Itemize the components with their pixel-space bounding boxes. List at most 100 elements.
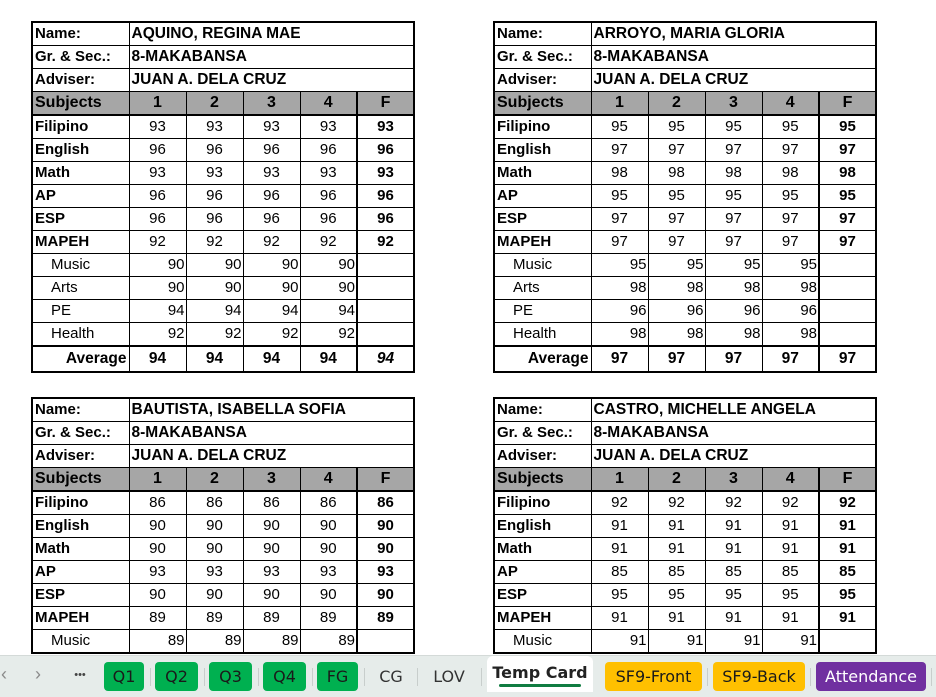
quarter-grade[interactable]: 90 (299, 514, 358, 538)
final-grade[interactable]: 95 (818, 583, 877, 607)
quarter-grade[interactable]: 90 (128, 583, 187, 607)
empty-final-cell[interactable] (356, 299, 415, 323)
quarter-grade[interactable]: 92 (590, 490, 649, 515)
quarter-grade[interactable]: 97 (704, 207, 763, 231)
quarter-grade[interactable]: 90 (299, 537, 358, 561)
quarter-grade[interactable]: 98 (704, 161, 763, 185)
adviser-name-value[interactable]: JUAN A. DELA CRUZ (128, 444, 415, 468)
quarter-grade[interactable]: 91 (590, 537, 649, 561)
final-grade[interactable]: 97 (818, 138, 877, 162)
final-grade[interactable]: 92 (356, 230, 415, 254)
quarter-grade[interactable]: 91 (647, 537, 706, 561)
component-grade[interactable]: 95 (704, 253, 763, 277)
quarter-grade[interactable]: 90 (128, 514, 187, 538)
empty-final-cell[interactable] (356, 322, 415, 347)
quarter-grade[interactable]: 92 (242, 230, 301, 254)
quarter-grade[interactable]: 97 (590, 207, 649, 231)
quarter-average[interactable]: 97 (647, 345, 706, 373)
quarter-grade[interactable]: 91 (761, 606, 820, 630)
component-grade[interactable]: 92 (185, 322, 244, 347)
quarter-grade[interactable]: 96 (128, 184, 187, 208)
final-grade[interactable]: 97 (818, 230, 877, 254)
quarter-grade[interactable]: 91 (761, 514, 820, 538)
empty-final-cell[interactable] (818, 253, 877, 277)
quarter-grade[interactable]: 90 (242, 537, 301, 561)
quarter-grade[interactable]: 96 (128, 138, 187, 162)
final-grade[interactable]: 90 (356, 537, 415, 561)
empty-final-cell[interactable] (818, 322, 877, 347)
quarter-average[interactable]: 97 (761, 345, 820, 373)
component-grade[interactable]: 90 (185, 253, 244, 277)
quarter-grade[interactable]: 93 (128, 560, 187, 584)
final-average[interactable]: 94 (356, 345, 415, 373)
quarter-grade[interactable]: 95 (590, 583, 649, 607)
quarter-grade[interactable]: 91 (704, 537, 763, 561)
quarter-grade[interactable]: 86 (299, 490, 358, 515)
quarter-grade[interactable]: 95 (704, 583, 763, 607)
quarter-grade[interactable]: 97 (761, 230, 820, 254)
adviser-name-value[interactable]: JUAN A. DELA CRUZ (590, 68, 877, 92)
final-grade[interactable]: 85 (818, 560, 877, 584)
component-grade[interactable]: 94 (242, 299, 301, 323)
quarter-average[interactable]: 97 (590, 345, 649, 373)
quarter-grade[interactable]: 95 (590, 114, 649, 139)
quarter-grade[interactable]: 98 (647, 161, 706, 185)
quarter-grade[interactable]: 95 (704, 114, 763, 139)
quarter-grade[interactable]: 93 (128, 114, 187, 139)
student-name-value[interactable]: AQUINO, REGINA MAE (128, 21, 415, 46)
final-grade[interactable]: 90 (356, 583, 415, 607)
quarter-grade[interactable]: 85 (761, 560, 820, 584)
component-grade[interactable]: 92 (242, 322, 301, 347)
final-grade[interactable]: 95 (818, 114, 877, 139)
grade-section-value[interactable]: 8-MAKABANSA (128, 421, 415, 445)
component-grade[interactable]: 92 (299, 322, 358, 347)
empty-final-cell[interactable] (818, 629, 877, 654)
quarter-grade[interactable]: 91 (647, 514, 706, 538)
quarter-grade[interactable]: 98 (590, 161, 649, 185)
quarter-grade[interactable]: 97 (647, 138, 706, 162)
tab-fg[interactable]: FG (317, 662, 358, 691)
component-grade[interactable]: 96 (704, 299, 763, 323)
tab-cg[interactable]: CG (368, 662, 414, 691)
quarter-grade[interactable]: 93 (299, 560, 358, 584)
quarter-grade[interactable]: 91 (704, 606, 763, 630)
quarter-average[interactable]: 94 (185, 345, 244, 373)
quarter-grade[interactable]: 89 (242, 606, 301, 630)
empty-final-cell[interactable] (818, 276, 877, 300)
quarter-grade[interactable]: 97 (704, 138, 763, 162)
component-grade[interactable]: 90 (242, 253, 301, 277)
quarter-grade[interactable]: 85 (704, 560, 763, 584)
component-grade[interactable]: 98 (647, 276, 706, 300)
quarter-grade[interactable]: 96 (299, 138, 358, 162)
final-grade[interactable]: 91 (818, 606, 877, 630)
tab-q3[interactable]: Q3 (209, 662, 252, 691)
component-grade[interactable]: 91 (704, 629, 763, 654)
component-grade[interactable]: 94 (299, 299, 358, 323)
tab-q2[interactable]: Q2 (155, 662, 198, 691)
more-icon[interactable]: ••• (68, 669, 92, 681)
quarter-grade[interactable]: 89 (185, 606, 244, 630)
component-grade[interactable]: 89 (185, 629, 244, 654)
component-grade[interactable]: 90 (185, 276, 244, 300)
component-grade[interactable]: 89 (299, 629, 358, 654)
final-grade[interactable]: 93 (356, 161, 415, 185)
component-grade[interactable]: 90 (242, 276, 301, 300)
component-grade[interactable]: 96 (647, 299, 706, 323)
final-grade[interactable]: 96 (356, 184, 415, 208)
quarter-average[interactable]: 94 (242, 345, 301, 373)
quarter-average[interactable]: 94 (299, 345, 358, 373)
quarter-grade[interactable]: 93 (185, 560, 244, 584)
quarter-grade[interactable]: 97 (647, 207, 706, 231)
quarter-grade[interactable]: 90 (185, 583, 244, 607)
quarter-grade[interactable]: 91 (590, 514, 649, 538)
component-grade[interactable]: 92 (128, 322, 187, 347)
tab-lov[interactable]: LOV (421, 662, 477, 691)
empty-final-cell[interactable] (818, 299, 877, 323)
component-grade[interactable]: 94 (128, 299, 187, 323)
quarter-grade[interactable]: 90 (128, 537, 187, 561)
quarter-grade[interactable]: 95 (590, 184, 649, 208)
tab-attendance[interactable]: Attendance (816, 662, 926, 691)
quarter-grade[interactable]: 90 (185, 514, 244, 538)
quarter-grade[interactable]: 91 (647, 606, 706, 630)
quarter-grade[interactable]: 95 (761, 184, 820, 208)
